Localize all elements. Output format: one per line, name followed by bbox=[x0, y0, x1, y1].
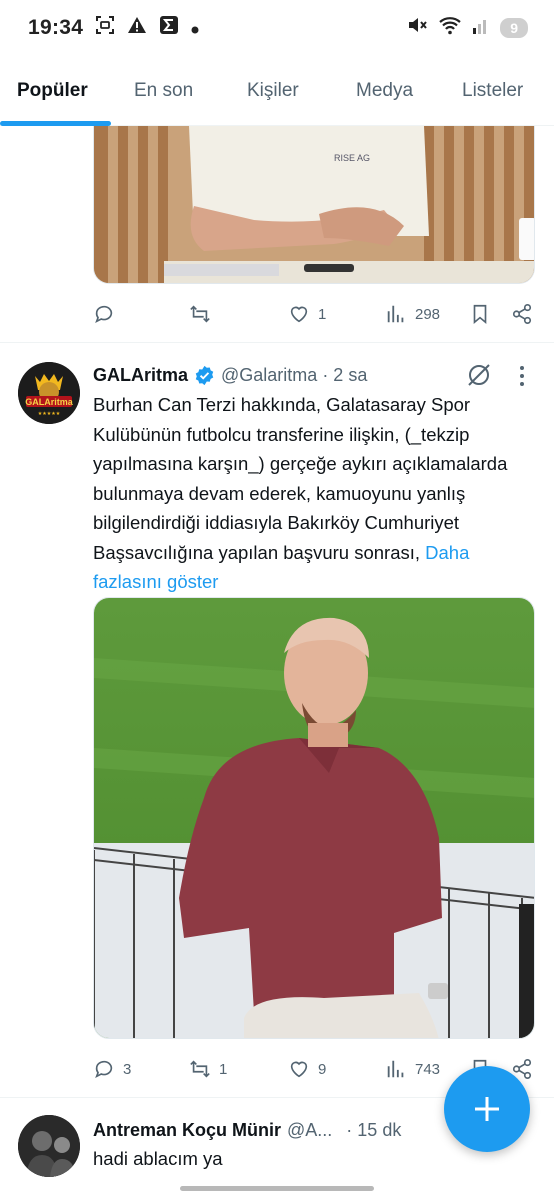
status-time: 19:34 bbox=[28, 16, 84, 39]
like-button[interactable]: 1 bbox=[288, 303, 326, 325]
signal-icon bbox=[472, 15, 490, 41]
tab-media[interactable]: Medya bbox=[356, 56, 413, 125]
home-indicator[interactable] bbox=[180, 1186, 374, 1191]
tweet-media-image[interactable] bbox=[93, 597, 535, 1039]
verified-badge-icon bbox=[194, 365, 215, 386]
author-handle[interactable]: @A... bbox=[287, 1120, 332, 1141]
avatar[interactable]: GALAritma ★★★★★ bbox=[18, 362, 80, 424]
tweet-text: Burhan Can Terzi hakkında, Galatasaray S… bbox=[93, 394, 508, 592]
retweet-icon bbox=[190, 305, 210, 323]
more-options-icon[interactable] bbox=[514, 364, 530, 388]
author-name[interactable]: GALAritma bbox=[93, 365, 188, 386]
mute-icon bbox=[406, 14, 428, 42]
grok-icon[interactable] bbox=[466, 362, 492, 388]
retweet-button[interactable]: 1 bbox=[189, 1058, 227, 1080]
avatar-logo-text: GALAritma bbox=[25, 397, 73, 407]
screenshot-icon bbox=[95, 15, 115, 41]
sigma-icon bbox=[159, 15, 179, 41]
avatar[interactable] bbox=[18, 1115, 80, 1177]
svg-text:RISE AG: RISE AG bbox=[334, 153, 370, 163]
dot-icon bbox=[191, 17, 199, 40]
compose-tweet-button[interactable] bbox=[444, 1066, 530, 1152]
tweet-text: hadi ablacım ya bbox=[93, 1148, 223, 1169]
tweet-time: · 15 dk bbox=[346, 1119, 402, 1140]
reply-button[interactable] bbox=[93, 303, 123, 325]
tweet2-header: GALAritma @Galaritma · 2 sa bbox=[93, 362, 367, 388]
warning-icon bbox=[127, 15, 147, 41]
views-icon bbox=[387, 1060, 404, 1078]
bookmark-button[interactable] bbox=[469, 303, 491, 325]
tab-lists[interactable]: Listeler bbox=[462, 56, 523, 125]
reply-icon bbox=[95, 305, 113, 324]
author-handle[interactable]: @Galaritma bbox=[221, 365, 317, 386]
search-tabs: Popüler En son Kişiler Medya Listeler bbox=[0, 56, 554, 126]
tweet1-action-bar: 1 298 bbox=[93, 297, 535, 331]
status-bar: 19:34 9 bbox=[0, 0, 554, 56]
views-button[interactable]: 298 bbox=[385, 303, 440, 325]
retweet-button[interactable] bbox=[189, 303, 219, 325]
wifi-icon bbox=[438, 14, 462, 42]
tab-latest[interactable]: En son bbox=[134, 56, 193, 125]
author-name[interactable]: Antreman Koçu Münir bbox=[93, 1120, 281, 1141]
tab-popular[interactable]: Popüler bbox=[17, 56, 88, 125]
reply-icon bbox=[95, 1060, 113, 1079]
reply-button[interactable]: 3 bbox=[93, 1058, 131, 1080]
battery-indicator: 9 bbox=[500, 18, 528, 38]
share-button[interactable] bbox=[511, 303, 533, 325]
share-icon bbox=[512, 304, 532, 324]
svg-text:★★★★★: ★★★★★ bbox=[38, 411, 61, 417]
bookmark-icon bbox=[473, 304, 487, 325]
tweet-media-image[interactable]: RISE AG bbox=[93, 126, 535, 284]
heart-icon bbox=[290, 1061, 308, 1078]
tweet-divider bbox=[0, 342, 554, 343]
tweet-time: · 2 sa bbox=[322, 364, 368, 385]
retweet-icon bbox=[190, 1060, 210, 1078]
heart-icon bbox=[290, 306, 308, 323]
like-button[interactable]: 9 bbox=[288, 1058, 326, 1080]
tab-people[interactable]: Kişiler bbox=[247, 56, 299, 125]
plus-icon bbox=[475, 1097, 499, 1121]
tweet3-header: Antreman Koçu Münir @A... · 15 dk bbox=[93, 1117, 401, 1143]
views-button[interactable]: 743 bbox=[385, 1058, 440, 1080]
views-icon bbox=[387, 305, 404, 323]
